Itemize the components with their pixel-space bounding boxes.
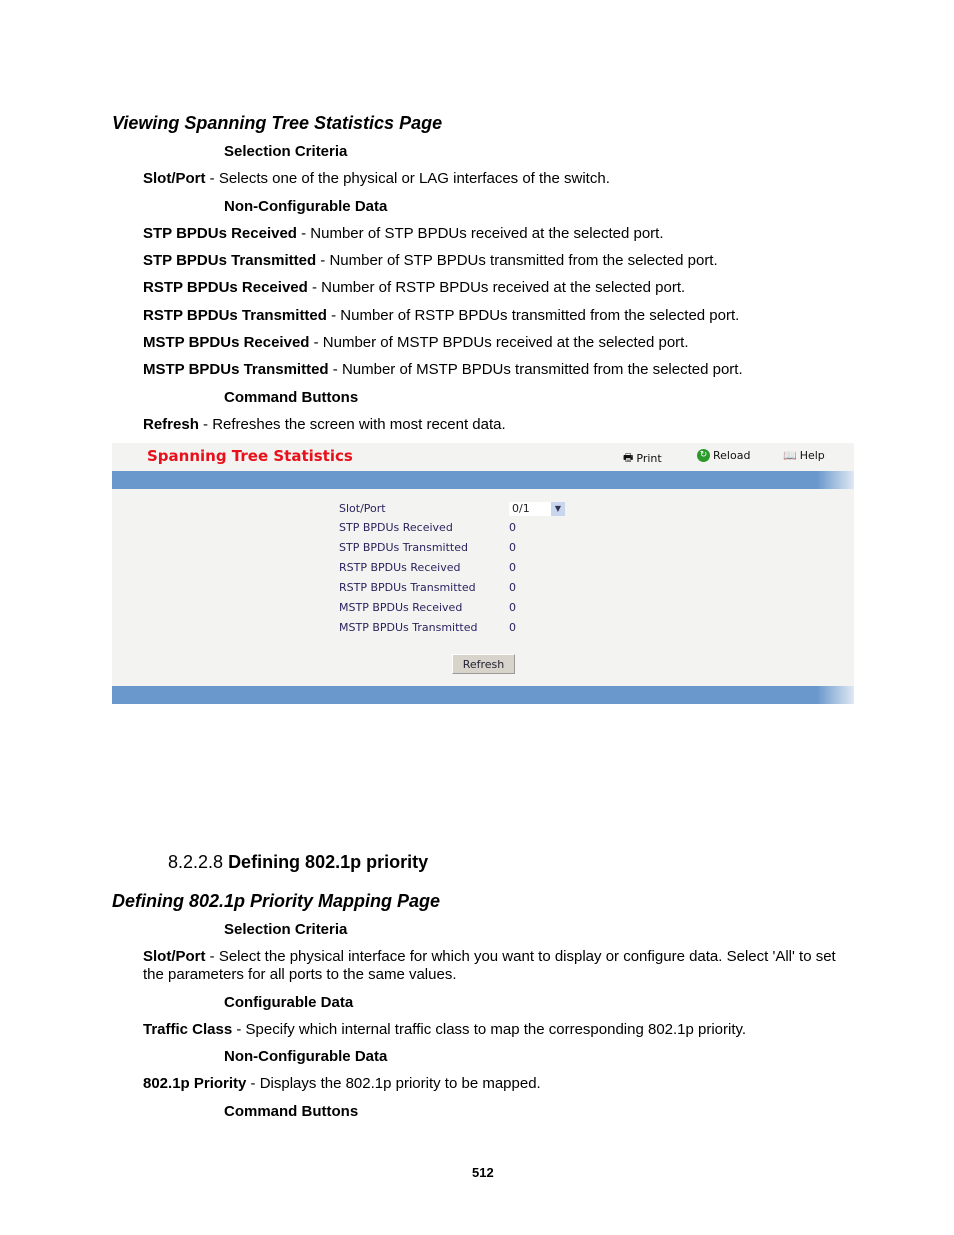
stat-label: STP BPDUs Transmitted <box>339 541 468 554</box>
subheading: Non-Configurable Data <box>224 198 388 215</box>
subheading: Configurable Data <box>224 994 354 1011</box>
stat-label: RSTP BPDUs Transmitted <box>339 581 476 594</box>
stat-value: 0 <box>509 601 516 614</box>
subheading: Command Buttons <box>224 1103 359 1120</box>
panel-title: Spanning Tree Statistics <box>147 447 353 465</box>
page-number: 512 <box>472 1165 494 1180</box>
reload-button[interactable]: ↻ Reload <box>697 449 750 462</box>
definition: MSTP BPDUs Received - Number of MSTP BPD… <box>143 334 689 351</box>
stat-value: 0 <box>509 621 516 634</box>
definition: RSTP BPDUs Received - Number of RSTP BPD… <box>143 279 686 296</box>
definition: Slot/Port - Select the physical interfac… <box>143 948 836 965</box>
help-button[interactable]: 📖 Help <box>783 449 825 462</box>
stat-value: 0 <box>509 581 516 594</box>
stat-value: 0 <box>509 541 516 554</box>
spanning-tree-statistics-panel: Spanning Tree Statistics 🖶 Print ↻ Reload … <box>112 443 854 704</box>
slot-port-label: Slot/Port <box>339 502 386 515</box>
subheading: Command Buttons <box>224 389 359 406</box>
stat-label: MSTP BPDUs Received <box>339 601 463 614</box>
subheading: Selection Criteria <box>224 921 348 938</box>
section-heading: 8.2.2.8 Defining 802.1p priority <box>168 852 429 872</box>
definition: STP BPDUs Received - Number of STP BPDUs… <box>143 225 664 242</box>
header-bar <box>112 471 854 489</box>
footer-bar <box>112 686 854 704</box>
stat-label: RSTP BPDUs Received <box>339 561 461 574</box>
stat-label: STP BPDUs Received <box>339 521 453 534</box>
definition: Traffic Class - Specify which internal t… <box>143 1021 747 1038</box>
document-page: Viewing Spanning Tree Statistics Page Se… <box>0 0 954 1235</box>
section-title: Defining 802.1p Priority Mapping Page <box>112 891 441 911</box>
definition: RSTP BPDUs Transmitted - Number of RSTP … <box>143 307 740 324</box>
definition-continued: the parameters for all ports to the same… <box>143 966 457 983</box>
refresh-button[interactable]: Refresh <box>452 654 515 674</box>
chevron-down-icon: ▼ <box>551 502 565 516</box>
print-button[interactable]: 🖶 Print <box>623 449 662 468</box>
reload-icon: ↻ <box>697 449 710 462</box>
definition: 802.1p Priority - Displays the 802.1p pr… <box>143 1075 541 1092</box>
printer-icon: 🖶 <box>623 451 634 464</box>
slot-port-select[interactable]: 0/1 ▼ <box>509 502 565 516</box>
stat-label: MSTP BPDUs Transmitted <box>339 621 478 634</box>
definition: Refresh - Refreshes the screen with most… <box>143 416 506 433</box>
subheading: Selection Criteria <box>224 143 348 160</box>
stat-value: 0 <box>509 561 516 574</box>
stat-value: 0 <box>509 521 516 534</box>
definition: STP BPDUs Transmitted - Number of STP BP… <box>143 252 718 269</box>
definition: MSTP BPDUs Transmitted - Number of MSTP … <box>143 361 743 378</box>
definition: Slot/Port - Selects one of the physical … <box>143 170 610 187</box>
help-book-icon: 📖 <box>783 449 797 462</box>
subheading: Non-Configurable Data <box>224 1048 388 1065</box>
section-title: Viewing Spanning Tree Statistics Page <box>112 113 443 133</box>
